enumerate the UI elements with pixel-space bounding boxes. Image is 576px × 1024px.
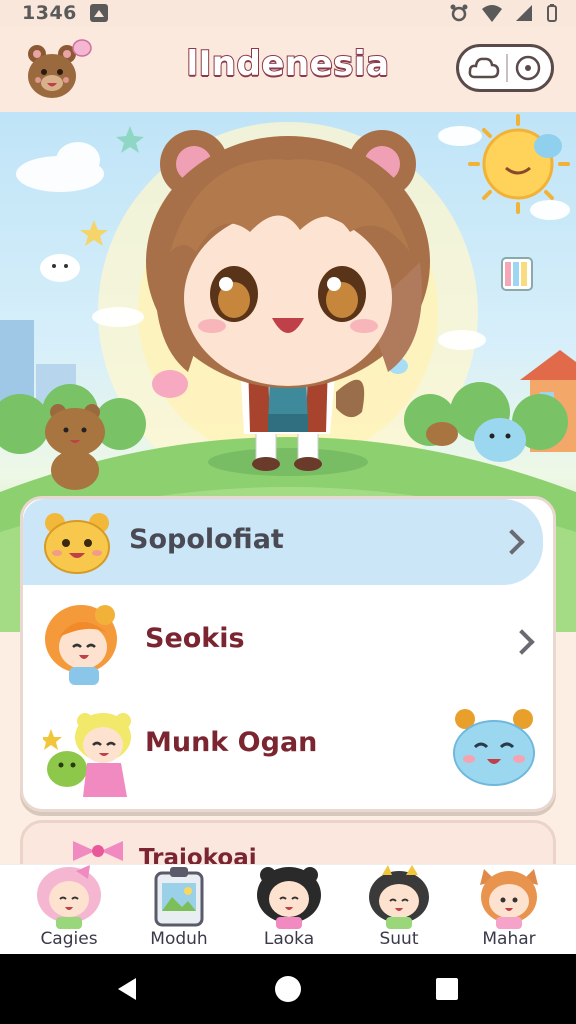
- menu-card: Sopolofiat Seokis Munk Ogan: [20, 496, 556, 812]
- status-time: 1346: [22, 2, 77, 24]
- capsule-menu[interactable]: [456, 44, 554, 92]
- nav-item-moduh[interactable]: Moduh: [124, 865, 234, 955]
- battery-icon: [547, 4, 557, 22]
- nav-label: Suut: [379, 929, 419, 949]
- chevron-right-icon: [499, 529, 525, 555]
- menu-item-sopolofiat[interactable]: Sopolofiat: [23, 499, 543, 585]
- crown-girl-icon: [369, 865, 429, 929]
- bear-friend-icon: [45, 404, 105, 490]
- home-icon[interactable]: [273, 974, 303, 1004]
- menu-item-munk-ogan[interactable]: Munk Ogan: [23, 697, 553, 809]
- notification-icon: [90, 4, 108, 22]
- bear-face-icon: [44, 513, 110, 574]
- signal-icon: [516, 5, 533, 21]
- friends-avatar-icon: [43, 713, 131, 797]
- status-icons: [449, 2, 558, 23]
- wifi-icon: [481, 5, 502, 22]
- system-nav-bar: [0, 954, 576, 1024]
- menu-item-label: Sopolofiat: [129, 524, 284, 555]
- menu-item-label: Munk Ogan: [145, 727, 318, 758]
- bottom-nav: Cagies Moduh Laoka Suut Mahar: [0, 864, 576, 954]
- nav-label: Laoka: [263, 929, 315, 949]
- blue-creature-icon: [453, 709, 535, 786]
- cloud-icon[interactable]: [467, 53, 501, 83]
- cat-ear-girl-icon: [480, 869, 538, 929]
- nav-label: Mahar: [482, 929, 536, 949]
- capsule-separator: [505, 54, 508, 82]
- girl-avatar-icon: [45, 605, 117, 685]
- status-bar: 1346: [0, 0, 576, 26]
- recents-icon[interactable]: [432, 974, 462, 1004]
- pink-girl-icon: [37, 865, 101, 929]
- nav-item-cagies[interactable]: Cagies: [14, 865, 124, 955]
- back-icon[interactable]: [112, 974, 142, 1004]
- nav-item-suut[interactable]: Suut: [344, 865, 454, 955]
- nav-label: Cagies: [40, 929, 98, 949]
- dark-hair-girl-icon: [257, 867, 321, 929]
- nav-item-laoka[interactable]: Laoka: [234, 865, 344, 955]
- nav-label: Moduh: [150, 929, 208, 949]
- chevron-right-icon: [509, 629, 535, 655]
- alarm-icon: [450, 4, 468, 22]
- menu-item-seokis[interactable]: Seokis: [23, 595, 553, 691]
- menu-item-label: Seokis: [145, 623, 245, 654]
- clipboard-icon: [154, 867, 204, 927]
- nav-item-mahar[interactable]: Mahar: [454, 865, 564, 955]
- app-header: lIndenesia: [0, 26, 576, 112]
- sun-icon: [468, 114, 570, 214]
- target-icon[interactable]: [513, 53, 543, 83]
